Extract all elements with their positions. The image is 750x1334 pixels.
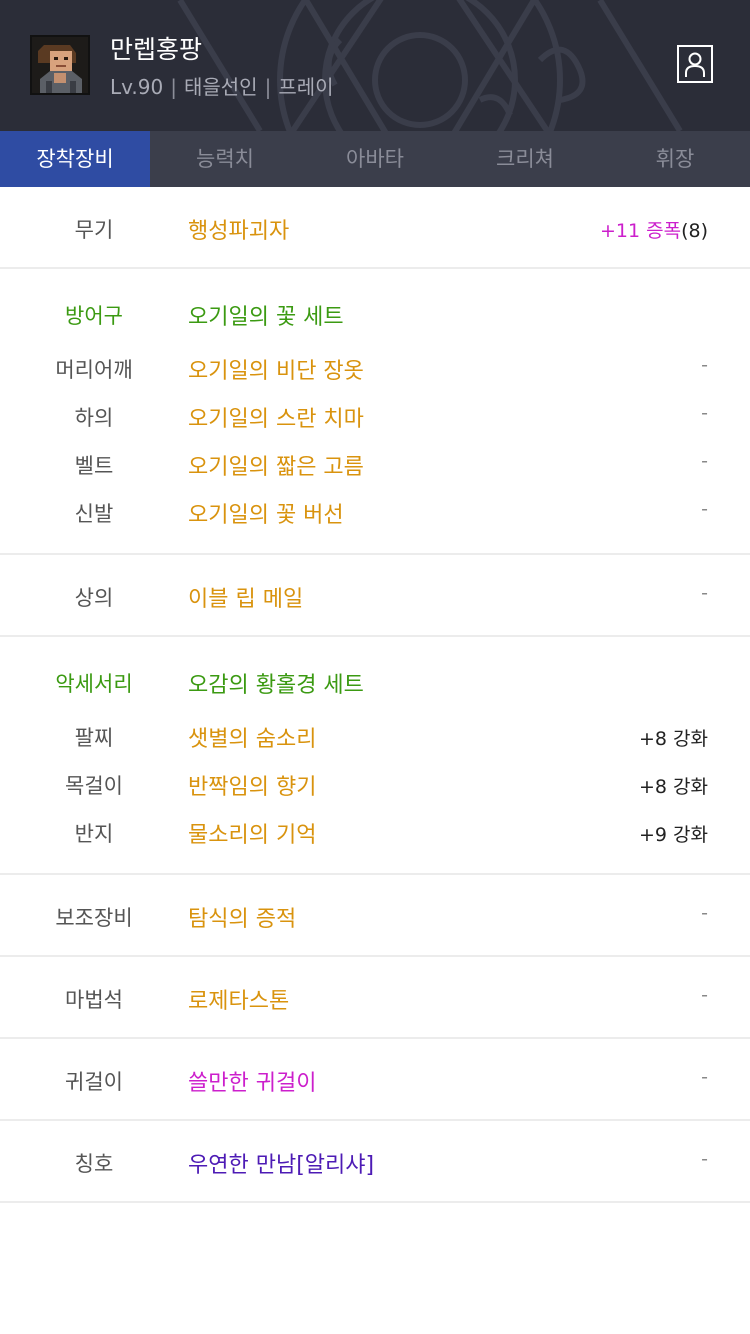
set-name: 오기일의 꽃 세트 bbox=[188, 305, 344, 330]
accessory-section: 악세서리 오감의 황홀경 세트 팔찌 샛별의 숨소리 +8 강화 목걸이 반짝임… bbox=[0, 637, 750, 875]
slot-label: 보조장비 bbox=[55, 906, 133, 930]
slot-label: 귀걸이 bbox=[65, 1070, 123, 1094]
slot-label: 상의 bbox=[74, 586, 114, 610]
item-name: 탐식의 증적 bbox=[188, 907, 297, 932]
character-name: 만렙홍팡 bbox=[110, 35, 203, 64]
character-portrait bbox=[30, 35, 90, 95]
slot-label: 목걸이 bbox=[65, 774, 123, 798]
slot-label: 머리어깨 bbox=[55, 358, 133, 382]
enhancement-value: +8 강화 bbox=[638, 728, 708, 750]
sub-equipment-section: 보조장비 탐식의 증적 - bbox=[0, 875, 750, 957]
enhancement-value: - bbox=[701, 1148, 708, 1170]
magic-stone-section: 마법석 로제타스톤 - bbox=[0, 957, 750, 1039]
item-name: 우연한 만남[알리샤] bbox=[188, 1153, 375, 1178]
accessory-set-header: 악세서리 오감의 황홀경 세트 bbox=[0, 658, 750, 706]
item-name: 오기일의 비단 장옷 bbox=[188, 359, 364, 384]
slot-label: 벨트 bbox=[74, 454, 114, 478]
equipment-row-top[interactable]: 상의 이블 립 메일 - bbox=[0, 572, 750, 620]
item-name: 오기일의 꽃 버선 bbox=[188, 503, 344, 528]
equipment-row-necklace[interactable]: 목걸이 반짝임의 향기 +8 강화 bbox=[0, 760, 750, 808]
weapon-section: 무기 행성파괴자 +11 증폭(8) bbox=[0, 187, 750, 269]
item-name: 오기일의 스란 치마 bbox=[188, 407, 364, 432]
enhancement-value: +9 강화 bbox=[638, 824, 708, 846]
earring-section: 귀걸이 쓸만한 귀걸이 - bbox=[0, 1039, 750, 1121]
tab-bar: 장착장비 능력치 아바타 크리쳐 휘장 bbox=[0, 131, 750, 187]
item-name: 반짝임의 향기 bbox=[188, 775, 317, 800]
profile-card-icon bbox=[685, 52, 705, 77]
armor-set-header: 방어구 오기일의 꽃 세트 bbox=[0, 290, 750, 338]
enhancement-value: - bbox=[701, 402, 708, 424]
tab-equipment[interactable]: 장착장비 bbox=[0, 131, 150, 187]
item-name: 행성파괴자 bbox=[188, 219, 290, 244]
tab-stats[interactable]: 능력치 bbox=[150, 131, 300, 187]
equipment-row-title[interactable]: 칭호 우연한 만남[알리샤] - bbox=[0, 1138, 750, 1186]
item-name: 물소리의 기억 bbox=[188, 823, 317, 848]
slot-label: 칭호 bbox=[74, 1152, 114, 1176]
slot-label: 무기 bbox=[74, 218, 114, 242]
character-info: Lv.90 | 태을선인 | 프레이 bbox=[110, 71, 334, 100]
equipment-row-shoes[interactable]: 신발 오기일의 꽃 버선 - bbox=[0, 488, 750, 536]
top-section: 상의 이블 립 메일 - bbox=[0, 555, 750, 637]
tab-creature[interactable]: 크리쳐 bbox=[450, 131, 600, 187]
slot-label: 팔찌 bbox=[74, 726, 114, 750]
info-separator: | bbox=[170, 75, 177, 99]
enhancement-value: - bbox=[701, 1066, 708, 1088]
equipment-row-magic-stone[interactable]: 마법석 로제타스톤 - bbox=[0, 974, 750, 1022]
equipment-row-sub[interactable]: 보조장비 탐식의 증적 - bbox=[0, 892, 750, 940]
profile-button[interactable] bbox=[677, 45, 713, 83]
tab-emblem[interactable]: 휘장 bbox=[600, 131, 750, 187]
equipment-row-earring[interactable]: 귀걸이 쓸만한 귀걸이 - bbox=[0, 1056, 750, 1104]
enhancement-value: - bbox=[701, 902, 708, 924]
item-name: 이블 립 메일 bbox=[188, 587, 304, 612]
set-name: 오감의 황홀경 세트 bbox=[188, 673, 364, 698]
enhancement-value: - bbox=[701, 984, 708, 1006]
item-name: 로제타스톤 bbox=[188, 989, 290, 1014]
character-job: 태을선인 bbox=[183, 75, 258, 99]
item-name: 오기일의 짧은 고름 bbox=[188, 455, 364, 480]
enhancement-value: - bbox=[701, 450, 708, 472]
slot-label: 신발 bbox=[74, 502, 114, 526]
group-label: 악세서리 bbox=[55, 672, 133, 696]
equipment-row-head[interactable]: 머리어깨 오기일의 비단 장옷 - bbox=[0, 344, 750, 392]
equipment-row-pants[interactable]: 하의 오기일의 스란 치마 - bbox=[0, 392, 750, 440]
equipment-row-ring[interactable]: 반지 물소리의 기억 +9 강화 bbox=[0, 808, 750, 856]
slot-label: 마법석 bbox=[65, 988, 123, 1012]
character-level: Lv.90 bbox=[110, 75, 164, 99]
title-section: 칭호 우연한 만남[알리샤] - bbox=[0, 1121, 750, 1203]
equipment-row-bracelet[interactable]: 팔찌 샛별의 숨소리 +8 강화 bbox=[0, 712, 750, 760]
group-label: 방어구 bbox=[65, 304, 123, 328]
info-separator: | bbox=[264, 75, 272, 99]
enhancement-value: +8 강화 bbox=[638, 776, 708, 798]
slot-label: 반지 bbox=[74, 822, 114, 846]
amplification-count: (8) bbox=[681, 220, 708, 242]
enhancement-value: - bbox=[701, 354, 708, 376]
amplification-value: +11 증폭(8) bbox=[600, 216, 708, 243]
item-name: 쓸만한 귀걸이 bbox=[188, 1071, 317, 1096]
enhancement-value: - bbox=[701, 582, 708, 604]
character-header: 만렙홍팡 Lv.90 | 태을선인 | 프레이 bbox=[0, 0, 750, 131]
item-name: 샛별의 숨소리 bbox=[188, 727, 317, 752]
equipment-row-weapon[interactable]: 무기 행성파괴자 +11 증폭(8) bbox=[0, 204, 750, 252]
character-server: 프레이 bbox=[278, 75, 334, 99]
equipment-row-belt[interactable]: 벨트 오기일의 짧은 고름 - bbox=[0, 440, 750, 488]
amplification-label: +11 증폭 bbox=[599, 220, 682, 242]
enhancement-value: - bbox=[701, 498, 708, 520]
slot-label: 하의 bbox=[74, 406, 114, 430]
tab-avatar[interactable]: 아바타 bbox=[300, 131, 450, 187]
armor-section: 방어구 오기일의 꽃 세트 머리어깨 오기일의 비단 장옷 - 하의 오기일의 … bbox=[0, 269, 750, 555]
